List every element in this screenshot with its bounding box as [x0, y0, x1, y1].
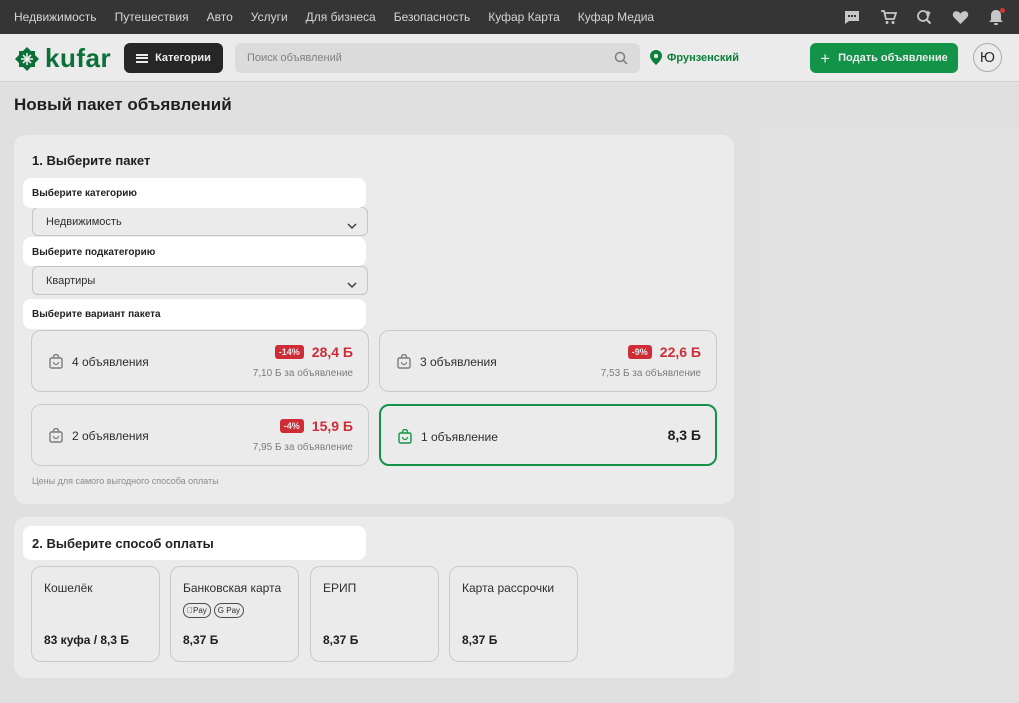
categories-label: Категории — [155, 52, 211, 64]
heart-icon[interactable] — [951, 8, 969, 26]
subcategory-select[interactable]: Квартиры — [32, 266, 368, 295]
step2-title: 2. Выберите способ оплаты — [32, 536, 214, 551]
highlight-subcategory-label: Выберите подкатегорию — [23, 237, 366, 266]
nav-link-services[interactable]: Услуги — [251, 10, 288, 24]
chevron-down-icon — [347, 276, 357, 294]
categories-button[interactable]: Категории — [124, 43, 223, 73]
nav-link-travel[interactable]: Путешествия — [115, 10, 189, 24]
chat-icon[interactable] — [843, 8, 861, 26]
highlight-variant-label: Выберите вариант пакета — [23, 299, 366, 329]
location-pin-icon — [650, 50, 662, 65]
discount-badge: -4% — [279, 419, 304, 433]
saved-search-icon[interactable] — [915, 8, 933, 26]
package-price: 28,4 Б — [311, 344, 353, 360]
nav-link-business[interactable]: Для бизнеса — [306, 10, 376, 24]
package-name: 1 объявление — [421, 430, 498, 444]
package-price-row: -9% 22,6 Б — [627, 344, 701, 360]
discount-badge: -14% — [274, 345, 304, 359]
package-option-4[interactable]: 4 объявления -14% 28,4 Б 7,10 Б за объяв… — [31, 330, 369, 392]
bag-icon — [398, 428, 412, 449]
package-price-row: -14% 28,4 Б — [274, 344, 353, 360]
payment-installment-card[interactable]: Карта рассрочки 8,37 Б — [449, 566, 578, 662]
category-label: Выберите категорию — [32, 188, 137, 199]
payment-bank-card[interactable]: Банковская карта Pay G Pay 8,37 Б — [170, 566, 299, 662]
page-title: Новый пакет объявлений — [14, 95, 232, 114]
payment-method-name: Кошелёк — [44, 581, 93, 595]
package-option-2[interactable]: 2 объявления -4% 15,9 Б 7,95 Б за объявл… — [31, 404, 369, 466]
package-name: 4 объявления — [72, 355, 149, 369]
kufar-logo-icon — [15, 46, 39, 71]
payment-erip[interactable]: ЕРИП 8,37 Б — [310, 566, 439, 662]
post-ad-button[interactable]: + Подать объявление — [810, 43, 958, 73]
logo-text: kufar — [45, 43, 112, 73]
category-select[interactable]: Недвижимость — [32, 207, 368, 236]
subcategory-label: Выберите подкатегорию — [32, 247, 156, 258]
package-price: 22,6 Б — [659, 344, 701, 360]
price-per-ad: 7,53 Б за объявление — [600, 368, 701, 379]
nav-link-auto[interactable]: Авто — [207, 10, 233, 24]
bag-icon — [49, 353, 63, 374]
kufar-logo[interactable]: kufar — [14, 43, 111, 74]
cart-icon[interactable] — [879, 8, 897, 26]
bag-icon — [397, 353, 411, 374]
payment-method-price: 8,37 Б — [323, 633, 359, 647]
highlight-category-label: Выберите категорию — [23, 178, 366, 208]
highlight-step2-title: 2. Выберите способ оплаты — [23, 526, 366, 560]
search-icon[interactable] — [614, 51, 628, 70]
post-ad-label: Подать объявление — [838, 52, 948, 64]
search-placeholder: Поиск объявлений — [247, 52, 342, 64]
payment-method-price: 83 куфа / 8,3 Б — [44, 633, 130, 647]
top-nav-links: Недвижимость Путешествия Авто Услуги Для… — [0, 10, 672, 24]
package-price-row: 8,3 Б — [668, 427, 701, 443]
price-per-ad: 7,10 Б за объявление — [252, 368, 353, 379]
menu-icon — [136, 53, 149, 63]
step1-title: 1. Выберите пакет — [32, 153, 151, 168]
payment-badges: Pay G Pay — [183, 603, 247, 618]
nav-link-kufar-map[interactable]: Куфар Карта — [488, 10, 560, 24]
nav-link-realty[interactable]: Недвижимость — [14, 10, 97, 24]
payment-wallet[interactable]: Кошелёк 83 куфа / 8,3 Б — [31, 566, 160, 662]
search-input[interactable]: Поиск объявлений — [235, 43, 640, 73]
site-header: kufar Категории Поиск объявлений Фрунзен… — [0, 34, 1019, 82]
location-selector[interactable]: Фрунзенский — [650, 50, 739, 65]
package-option-3[interactable]: 3 объявления -9% 22,6 Б 7,53 Б за объявл… — [379, 330, 717, 392]
package-name: 2 объявления — [72, 429, 149, 443]
payment-method-price: 8,37 Б — [462, 633, 498, 647]
package-price-row: -4% 15,9 Б — [279, 418, 353, 434]
subcategory-value: Квартиры — [46, 275, 96, 287]
package-name: 3 объявления — [420, 355, 497, 369]
price-note: Цены для самого выгодного способа оплаты — [32, 476, 219, 486]
bag-icon — [49, 427, 63, 448]
notification-dot — [1000, 8, 1005, 13]
payment-method-price: 8,37 Б — [183, 633, 219, 647]
package-option-1-selected[interactable]: 1 объявление 8,3 Б — [379, 404, 717, 466]
user-avatar[interactable]: Ю — [973, 43, 1002, 72]
discount-badge: -9% — [627, 345, 652, 359]
payment-method-name: Банковская карта — [183, 581, 282, 595]
apple-pay-icon: Pay — [183, 603, 211, 618]
top-nav-icons — [825, 0, 1005, 34]
package-price: 8,3 Б — [667, 427, 701, 443]
bell-icon[interactable] — [987, 8, 1005, 26]
price-per-ad: 7,95 Б за объявление — [252, 442, 353, 453]
variant-label: Выберите вариант пакета — [32, 309, 161, 320]
package-price: 15,9 Б — [311, 418, 353, 434]
plus-icon: + — [820, 48, 831, 68]
chevron-down-icon — [347, 217, 357, 235]
location-label: Фрунзенский — [667, 51, 739, 64]
google-pay-icon: G Pay — [213, 603, 245, 618]
category-value: Недвижимость — [46, 216, 122, 228]
payment-method-name: Карта рассрочки — [462, 581, 555, 595]
nav-link-security[interactable]: Безопасность — [394, 10, 471, 24]
payment-method-name: ЕРИП — [323, 581, 357, 595]
nav-link-kufar-media[interactable]: Куфар Медиа — [578, 10, 654, 24]
top-navigation: Недвижимость Путешествия Авто Услуги Для… — [0, 0, 1019, 34]
